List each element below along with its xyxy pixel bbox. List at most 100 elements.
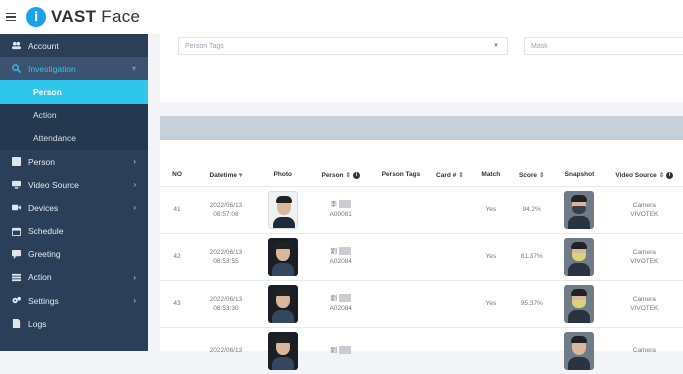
sidebar-item-account[interactable]: Account (0, 34, 148, 57)
row-video-source: Camera VIVOTEK (605, 279, 683, 327)
filter-panel: Person Tags ▼ Mask (160, 34, 683, 102)
redacted-name (338, 293, 351, 302)
hamburger-menu-icon[interactable] (6, 11, 16, 24)
caret-down-icon: ▼ (493, 43, 499, 49)
row-photo[interactable] (257, 279, 308, 327)
row-person-tags (373, 185, 429, 233)
video-camera-icon (12, 203, 21, 212)
person-photo[interactable] (267, 190, 298, 229)
row-person[interactable]: 劉 A02084 (307, 279, 374, 327)
sidebar-subitem-person[interactable]: Person (0, 80, 148, 104)
results-table: NO Datetime ▾ Photo Person ⇕ i Person Tags … (160, 164, 683, 374)
row-card (428, 232, 472, 280)
chevron-right-icon: › (133, 272, 136, 282)
row-card (428, 279, 472, 327)
mask-select[interactable]: Mask (524, 37, 683, 55)
row-photo[interactable] (257, 185, 308, 233)
sort-icon[interactable]: ⇕ (458, 172, 463, 179)
row-no: 41 (160, 185, 195, 233)
row-person[interactable]: 劉 A02084 (307, 232, 374, 280)
row-person[interactable]: 李 A00081 (307, 185, 374, 233)
row-match: Yes (471, 232, 511, 280)
person-photo[interactable] (267, 284, 298, 323)
info-icon[interactable]: i (666, 171, 674, 179)
col-video-source[interactable]: Video Source ⇕ i (606, 164, 683, 186)
calendar-icon (12, 227, 21, 236)
row-score: 95.37% (510, 279, 554, 327)
col-match: Match (481, 171, 501, 179)
monitor-icon (12, 180, 21, 189)
sidebar-subitem-attendance[interactable]: Attendance (0, 126, 148, 150)
col-person-tags: Person Tags (381, 171, 421, 179)
row-card (428, 185, 472, 233)
table-row[interactable]: 42 2022/06/13 08:53:55 劉 A02084 Yes 81.37%… (160, 232, 683, 280)
row-match: Yes (471, 279, 511, 327)
row-photo[interactable] (257, 232, 308, 280)
sidebar-item-person[interactable]: Person › (0, 150, 148, 173)
row-snapshot[interactable] (553, 185, 606, 233)
row-no: 43 (160, 279, 195, 327)
sort-icon[interactable]: ⇕ (659, 172, 664, 179)
top-bar: i VAST Face (0, 0, 683, 34)
search-icon (12, 64, 22, 74)
info-icon[interactable]: i (352, 171, 360, 179)
sort-down-icon[interactable]: ▾ (239, 172, 242, 179)
person-photo[interactable] (267, 237, 298, 276)
row-snapshot[interactable] (553, 279, 606, 327)
chevron-right-icon: › (133, 203, 136, 213)
chat-icon (12, 249, 21, 259)
snapshot-image[interactable] (564, 237, 595, 276)
panel-header-bar (160, 116, 683, 140)
sidebar-item-video-source[interactable]: Video Source › (0, 173, 148, 196)
sidebar-item-schedule[interactable]: Schedule (0, 220, 148, 243)
sort-icon[interactable]: ⇕ (539, 172, 544, 179)
row-person-tags (373, 232, 429, 280)
list-icon (12, 273, 21, 282)
row-match: Yes (471, 185, 511, 233)
sidebar-item-greeting[interactable]: Greeting (0, 243, 148, 266)
users-icon (12, 41, 21, 50)
sidebar-item-devices[interactable]: Devices › (0, 196, 148, 219)
redacted-name (338, 346, 351, 355)
logo-icon: i (26, 7, 46, 27)
col-datetime[interactable]: Datetime ▾ (194, 164, 258, 186)
row-score: 94.2% (510, 185, 554, 233)
redacted-name (338, 246, 351, 255)
col-no[interactable]: NO (160, 164, 194, 186)
person-tags-select[interactable]: Person Tags ▼ (178, 37, 508, 55)
sidebar-item-settings[interactable]: Settings › (0, 289, 148, 312)
table-header-row: NO Datetime ▾ Photo Person ⇕ i Person Tags … (160, 164, 683, 186)
document-icon (12, 319, 21, 329)
table-row[interactable]: 43 2022/06/13 08:53:30 劉 A02084 Yes 95.37%… (160, 279, 683, 327)
row-person-tags (373, 279, 429, 327)
snapshot-image[interactable] (564, 190, 595, 229)
row-datetime: 2022/06/13 08:53:55 (194, 232, 258, 280)
gears-icon (12, 296, 21, 305)
chevron-right-icon: › (133, 296, 136, 306)
col-score[interactable]: Score ⇕ (510, 164, 553, 186)
row-no: 42 (160, 232, 195, 280)
brand-name: VAST Face (51, 7, 141, 26)
sidebar-item-action[interactable]: Action › (0, 266, 148, 289)
sidebar-item-investigation[interactable]: Investigation ▾ (0, 57, 148, 81)
row-datetime: 2022/06/13 08:57:08 (194, 185, 258, 233)
row-video-source: Camera VIVOTEK (605, 232, 683, 280)
row-score: 81.37% (510, 232, 554, 280)
redacted-name (338, 199, 351, 208)
col-snapshot: Snapshot (564, 171, 595, 179)
chevron-right-icon: › (133, 157, 136, 167)
results-panel: NO Datetime ▾ Photo Person ⇕ i Person Tags … (160, 116, 683, 374)
sidebar-subitem-action[interactable]: Action (0, 103, 148, 127)
snapshot-image[interactable] (564, 284, 595, 323)
row-datetime: 2022/06/13 08:53:30 (194, 279, 258, 327)
table-row[interactable]: 41 2022/06/13 08:57:08 李 A00081 Yes 94.2% … (160, 185, 683, 233)
col-person[interactable]: Person ⇕ i (308, 164, 374, 186)
id-card-icon (12, 157, 21, 167)
sidebar-item-logs[interactable]: Logs (0, 312, 148, 335)
row-video-source: Camera VIVOTEK (605, 185, 683, 233)
col-card[interactable]: Card # ⇕ (428, 164, 471, 186)
chevron-down-icon: ▾ (131, 64, 136, 74)
row-snapshot[interactable] (553, 232, 606, 280)
sort-icon[interactable]: ⇕ (346, 172, 351, 179)
col-photo: Photo (273, 171, 292, 179)
